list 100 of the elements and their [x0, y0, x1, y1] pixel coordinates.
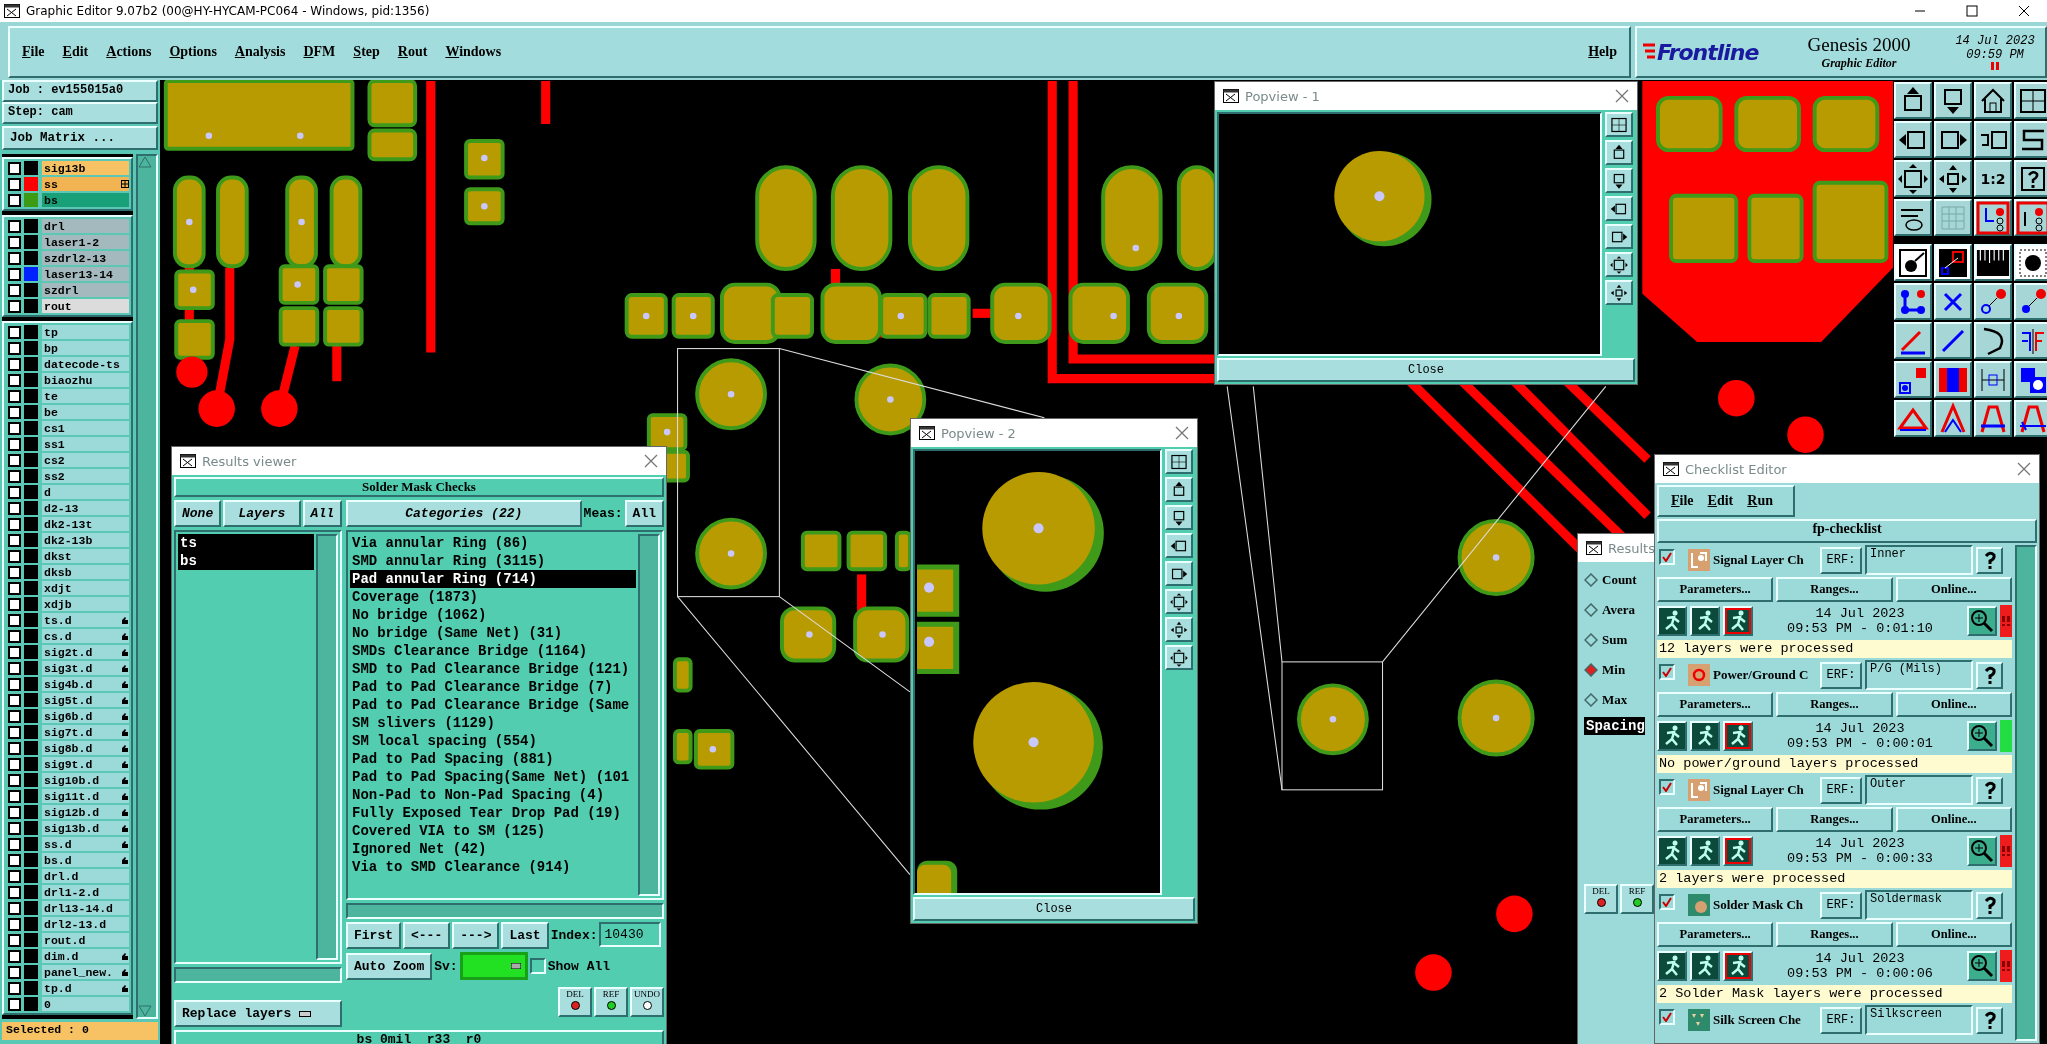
nav-button[interactable]: --->	[452, 922, 500, 949]
toolbar-button[interactable]: 1:2	[1974, 160, 2012, 197]
action-button[interactable]: REF	[1620, 884, 1654, 914]
layer-name[interactable]: szdrl2-13	[42, 251, 129, 265]
layer-name[interactable]: sig2t.d	[42, 645, 129, 659]
category-list-item[interactable]: Pad to Pad Spacing(Same Net) (101	[350, 768, 636, 786]
layer-name[interactable]: drl2-13.d	[42, 917, 129, 931]
layer-name[interactable]: sig13b.d	[42, 821, 129, 835]
check-option-button[interactable]: Ranges...	[1776, 577, 1893, 602]
category-list-item[interactable]: Via to SMD Clearance (914)	[350, 858, 636, 876]
category-list-item[interactable]: Non-Pad to Non-Pad Spacing (4)	[350, 786, 636, 804]
erf-field[interactable]: Soldermask	[1865, 890, 1973, 920]
layer-name[interactable]: sig7t.d	[42, 725, 129, 739]
check-option-button[interactable]: Parameters...	[1657, 692, 1774, 717]
zoom-mode-dropdown[interactable]: Auto Zoom	[346, 952, 433, 980]
menu-item[interactable]: Options	[167, 42, 219, 62]
layer-name[interactable]: datecode-ts	[42, 357, 129, 371]
action-button[interactable]: UNDO	[630, 987, 664, 1017]
menu-item[interactable]: Rout	[395, 42, 430, 62]
layer-name[interactable]: cs2	[42, 453, 129, 467]
layer-name[interactable]: xdjt	[42, 581, 129, 595]
layer-name[interactable]: sig8b.d	[42, 741, 129, 755]
category-list-item[interactable]: Covered VIA to SM (125)	[350, 822, 636, 840]
category-list-item[interactable]: Coverage (1873)	[350, 588, 636, 606]
erf-field[interactable]: Silkscreen	[1865, 1005, 1973, 1035]
erf-button[interactable]: ERF:	[1820, 776, 1862, 804]
check-option-button[interactable]: Online...	[1895, 577, 2012, 602]
layer-name[interactable]: biaozhu	[42, 373, 129, 387]
layer-name[interactable]: bs.d	[42, 853, 129, 867]
erf-field[interactable]: Inner	[1865, 545, 1973, 575]
layer-name[interactable]: cs1	[42, 421, 129, 435]
layer-name[interactable]: ss.d	[42, 837, 129, 851]
check-option-button[interactable]: Parameters...	[1657, 577, 1774, 602]
erf-button[interactable]: ERF:	[1820, 891, 1862, 919]
nav-button[interactable]: Last	[501, 922, 549, 949]
layer-name[interactable]: ss2	[42, 469, 129, 483]
category-list-item[interactable]: Pad to Pad Clearance Bridge (Same	[350, 696, 636, 714]
layer-name[interactable]: sig11t.d	[42, 789, 129, 803]
layer-name[interactable]: cs.d	[42, 629, 129, 643]
menu-item[interactable]: Help	[1586, 42, 1619, 62]
category-list-item[interactable]: Ignored Net (42)	[350, 840, 636, 858]
filter-button[interactable]: Layers	[223, 500, 301, 527]
category-list-item[interactable]: No bridge (Same Net) (31)	[350, 624, 636, 642]
menu-item[interactable]: Edit	[1707, 493, 1734, 509]
layer-name[interactable]: te	[42, 389, 129, 403]
menu-item[interactable]: Analysis	[232, 42, 288, 62]
layer-list-item[interactable]: bs	[178, 552, 314, 570]
category-list-item[interactable]: Pad to Pad Clearance Bridge (7)	[350, 678, 636, 696]
action-button[interactable]: DEL	[1584, 884, 1618, 914]
category-list-item[interactable]: Via annular Ring (86)	[350, 534, 636, 552]
check-option-button[interactable]: Parameters...	[1657, 922, 1774, 947]
layer-name[interactable]: drl1-2.d	[42, 885, 129, 899]
menu-item[interactable]: Step	[351, 42, 382, 62]
meas-dropdown[interactable]: All	[624, 500, 664, 527]
layer-name[interactable]: sig4b.d	[42, 677, 129, 691]
menu-item[interactable]: Run	[1747, 493, 1773, 509]
menu-item[interactable]: Edit	[60, 42, 91, 62]
layer-name[interactable]: bp	[42, 341, 129, 355]
layer-name[interactable]: laser13-14	[42, 267, 129, 281]
erf-field[interactable]: Outer	[1865, 775, 1973, 805]
erf-button[interactable]: ERF:	[1820, 661, 1862, 689]
close-button[interactable]: Close	[1217, 358, 1635, 382]
menu-item[interactable]: File	[20, 42, 47, 62]
layer-name[interactable]: drl13-14.d	[42, 901, 129, 915]
action-button[interactable]: DEL	[558, 987, 592, 1017]
check-option-button[interactable]: Online...	[1895, 692, 2012, 717]
filter-button[interactable]: None	[174, 500, 222, 527]
erf-button[interactable]: ERF:	[1820, 546, 1862, 574]
action-button[interactable]: REF	[594, 987, 628, 1017]
close-button[interactable]: Close	[913, 897, 1195, 921]
filter-button[interactable]: All	[302, 500, 342, 527]
layer-name[interactable]: sig6b.d	[42, 709, 129, 723]
job-matrix-button[interactable]: Job Matrix ...	[2, 126, 158, 150]
category-list-item[interactable]: SMDs Clearance Bridge (1164)	[350, 642, 636, 660]
category-list-item[interactable]: Pad to Pad Spacing (881)	[350, 750, 636, 768]
check-option-button[interactable]: Parameters...	[1657, 807, 1774, 832]
category-list-item[interactable]: SM slivers (1129)	[350, 714, 636, 732]
nav-button[interactable]: First	[346, 922, 401, 949]
layer-name[interactable]: sig9t.d	[42, 757, 129, 771]
layer-name[interactable]: ts.d	[42, 613, 129, 627]
layer-name[interactable]: sig13b	[42, 161, 129, 175]
layer-name[interactable]: sig12b.d	[42, 805, 129, 819]
erf-field[interactable]: P/G (Mils)	[1865, 660, 1973, 690]
check-option-button[interactable]: Online...	[1895, 922, 2012, 947]
category-list-item[interactable]: Pad annular Ring (714)	[350, 570, 636, 588]
menu-item[interactable]: File	[1671, 493, 1694, 509]
layer-list-item[interactable]: ts	[178, 534, 314, 552]
category-list-item[interactable]: Fully Exposed Tear Drop Pad (19)	[350, 804, 636, 822]
layer-name[interactable]: tp.d	[42, 981, 129, 995]
layer-name[interactable]: sig3t.d	[42, 661, 129, 675]
category-list-item[interactable]: SM local spacing (554)	[350, 732, 636, 750]
check-option-button[interactable]: Online...	[1895, 807, 2012, 832]
layer-name[interactable]: drl.d	[42, 869, 129, 883]
menu-item[interactable]: Windows	[443, 42, 504, 62]
check-option-button[interactable]: Ranges...	[1776, 807, 1893, 832]
layer-name[interactable]: ss	[42, 177, 129, 191]
layer-name[interactable]: be	[42, 405, 129, 419]
index-field[interactable]: 10430	[599, 922, 662, 947]
check-option-button[interactable]: Ranges...	[1776, 692, 1893, 717]
category-list-item[interactable]: SMD to Pad Clearance Bridge (121)	[350, 660, 636, 678]
